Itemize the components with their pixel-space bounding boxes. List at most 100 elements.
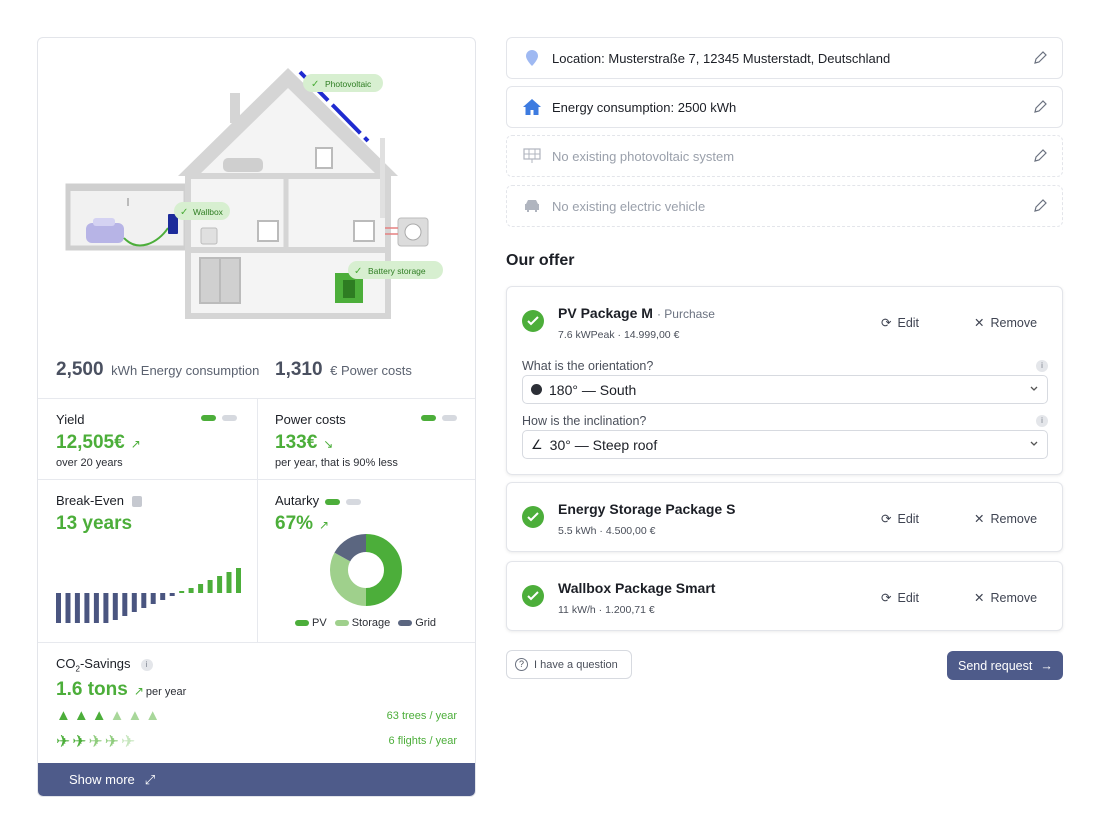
package-meta: 5.5 kWh · 4.500,00 €: [558, 525, 656, 537]
pencil-icon[interactable]: [1032, 99, 1048, 115]
break-even-bar: [179, 591, 185, 593]
co2-value: 1.6 tons ↗ per year: [56, 678, 187, 700]
power-costs-value: 133€ ↘: [275, 432, 334, 453]
plane-icon: ✈: [88, 732, 103, 751]
break-even-bar: [74, 593, 80, 623]
electric-vehicle-field[interactable]: No existing electric vehicle: [506, 185, 1063, 227]
break-even-chart: [56, 568, 241, 623]
info-icon[interactable]: i: [1036, 415, 1048, 427]
break-even-title: Break-Even: [56, 493, 142, 508]
break-even-value: 13 years: [56, 513, 133, 534]
break-even-bar: [217, 576, 223, 593]
break-even-bar: [207, 580, 213, 593]
show-more-button[interactable]: Show more ⤢: [38, 763, 475, 796]
break-even-bar: [84, 593, 90, 623]
inclination-select[interactable]: ∠ 30° — Steep roof: [522, 430, 1048, 459]
orientation-value: 180° — South: [549, 381, 637, 398]
location-field[interactable]: Location: Musterstraße 7, 12345 Musterst…: [506, 37, 1063, 79]
break-even-bar: [112, 593, 118, 620]
compass-icon: [531, 384, 542, 395]
break-even-bar: [226, 572, 232, 593]
break-even-bar: [65, 593, 71, 623]
pencil-icon[interactable]: [1032, 50, 1048, 66]
plane-icon: ✈: [56, 732, 71, 751]
yield-tile: Yield 12,505€ ↗ over 20 years: [56, 412, 141, 469]
pv-label: Photovoltaic: [325, 79, 372, 89]
divider: [38, 642, 475, 643]
package-card-pv: PV Package M · Purchase 7.6 kWPeak · 14.9…: [506, 286, 1063, 475]
flights-icons: ✈ ✈ ✈ ✈ ✈: [56, 732, 135, 752]
break-even-bar: [56, 593, 61, 623]
offer-heading: Our offer: [506, 252, 575, 269]
package-name: Energy Storage Package S: [558, 501, 736, 517]
donut-slice-grid: [334, 534, 367, 562]
package-card-storage: Energy Storage Package S 5.5 kWh · 4.500…: [506, 482, 1063, 552]
break-even-bar: [141, 593, 147, 608]
remove-button[interactable]: ✕ Remove: [974, 590, 1037, 606]
yield-value: 12,505€ ↗: [56, 432, 141, 453]
home-icon: [521, 98, 543, 116]
orientation-select[interactable]: 180° — South: [522, 375, 1048, 404]
yield-toggle[interactable]: [201, 415, 237, 421]
edit-button[interactable]: ⟳ Edit: [881, 590, 919, 606]
costs-label: € Power costs: [330, 363, 412, 378]
tree-icon: ▲: [127, 707, 143, 724]
tree-icon: ▲: [73, 707, 89, 724]
edit-button[interactable]: ⟳ Edit: [881, 511, 919, 527]
help-icon: ?: [515, 658, 528, 671]
yield-sub: over 20 years: [56, 457, 123, 469]
power-costs-toggle[interactable]: [421, 415, 457, 421]
chevron-down-icon: [1030, 441, 1038, 446]
break-even-bar: [103, 593, 109, 623]
angle-icon: ∠: [531, 436, 543, 452]
send-request-label: Send request: [958, 658, 1033, 673]
info-icon[interactable]: i: [1036, 360, 1048, 372]
energy-consumption-field[interactable]: Energy consumption: 2500 kWh: [506, 86, 1063, 128]
check-icon: [522, 585, 544, 607]
energy-consumption-text: Energy consumption: 2500 kWh: [552, 99, 737, 115]
trend-up-icon: ↗: [130, 437, 141, 451]
svg-text:✓: ✓: [311, 79, 319, 90]
pencil-icon[interactable]: [1032, 198, 1048, 214]
power-costs-title: Power costs: [275, 412, 346, 427]
send-request-button[interactable]: Send request →: [947, 651, 1063, 680]
close-icon: ✕: [974, 512, 985, 526]
plane-icon: ✈: [72, 732, 87, 751]
costs-summary: 1,310 € Power costs: [275, 359, 412, 381]
autarky-donut-chart: [330, 534, 402, 606]
tree-icon: ▲: [145, 707, 161, 724]
trees-text: 63 trees / year: [386, 710, 457, 722]
break-even-bar: [131, 593, 137, 612]
autarky-legend: PV Storage Grid: [295, 617, 436, 629]
trend-up-icon: ↗: [133, 683, 144, 698]
remove-button[interactable]: ✕ Remove: [974, 511, 1037, 527]
orientation-label: What is the orientation?: [522, 359, 654, 373]
donut-slice-storage: [330, 552, 367, 606]
package-name: Wallbox Package Smart: [558, 580, 716, 596]
package-card-wallbox: Wallbox Package Smart 11 kW/h · 1.200,71…: [506, 561, 1063, 631]
package-meta: 7.6 kWPeak · 14.999,00 €: [558, 329, 680, 341]
co2-title: CO2-Savings i: [56, 656, 186, 674]
break-even-bar: [169, 593, 175, 596]
car-icon: [521, 197, 543, 215]
question-button[interactable]: ? I have a question: [506, 650, 632, 679]
solar-panel-icon: [521, 147, 543, 165]
svg-text:✓: ✓: [180, 207, 188, 218]
flights-text: 6 flights / year: [388, 735, 457, 747]
consumption-summary: 2,500 kWh Energy consumption: [56, 359, 259, 381]
svg-text:✓: ✓: [354, 266, 362, 277]
remove-button[interactable]: ✕ Remove: [974, 315, 1037, 331]
electric-vehicle-text: No existing electric vehicle: [552, 198, 706, 214]
break-even-bar: [198, 584, 204, 593]
wallbox-label: Wallbox: [193, 207, 224, 217]
legend-pv: PV: [295, 617, 327, 629]
break-even-tile: Break-Even 13 years: [56, 493, 142, 535]
expand-icon: ⤢: [144, 772, 156, 787]
calculator-icon[interactable]: [131, 496, 142, 508]
edit-button[interactable]: ⟳ Edit: [881, 315, 919, 331]
info-icon[interactable]: i: [140, 658, 153, 671]
costs-value: 1,310: [275, 359, 323, 380]
photovoltaic-field[interactable]: No existing photovoltaic system: [506, 135, 1063, 177]
pencil-icon[interactable]: [1032, 148, 1048, 164]
consumption-label: kWh Energy consumption: [111, 363, 260, 378]
